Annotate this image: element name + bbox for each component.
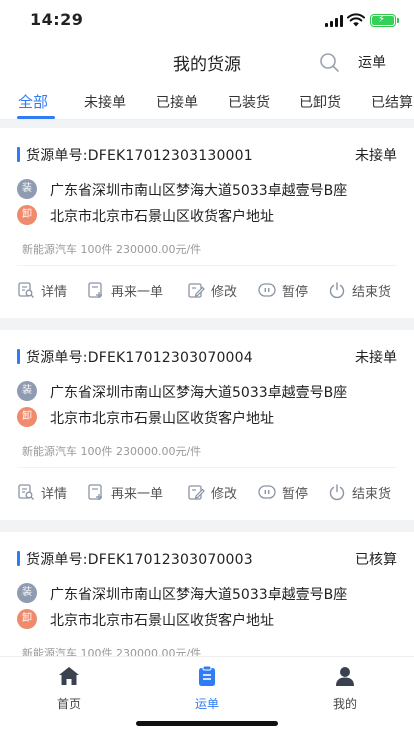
tab-all[interactable]: 全部 <box>18 91 48 112</box>
active-tab-indicator <box>17 116 55 119</box>
details-button[interactable]: 详情 <box>17 482 67 502</box>
load-badge: 装 <box>17 583 37 603</box>
order-status: 未接单 <box>355 350 397 366</box>
tabbar-home-label: 首页 <box>56 697 81 711</box>
order-actions: 详情 再来一单 修改 暂停 结束货 <box>0 278 414 302</box>
tabbar-waybill-label: 运单 <box>194 697 219 711</box>
reorder-label: 再来一单 <box>111 486 164 502</box>
finish-button[interactable]: 结束货 <box>328 280 391 300</box>
finish-label: 结束货 <box>352 486 392 502</box>
cargo-info: 新能源汽车 100件 230000.00元/件 <box>22 647 202 656</box>
divider <box>17 265 397 266</box>
unload-badge: 卸 <box>17 407 37 427</box>
edit-button[interactable]: 修改 <box>187 482 237 502</box>
load-address: 广东省深圳市南山区梦海大道5033卓越壹号B座 <box>50 587 348 603</box>
tabbar-waybill[interactable]: 运单 <box>167 665 247 712</box>
details-icon <box>18 282 34 298</box>
details-icon <box>18 484 34 500</box>
page-title: 我的货源 <box>173 55 241 75</box>
order-number: 货源单号:DFEK17012303070003 <box>26 552 253 568</box>
user-icon <box>336 667 354 686</box>
pause-label: 暂停 <box>282 486 309 502</box>
home-icon <box>59 667 79 685</box>
battery-icon: ⚡ <box>370 14 399 27</box>
order-number: 货源单号:DFEK17012303130001 <box>26 148 253 164</box>
order-list: 货源单号:DFEK17012303130001 未接单 装 广东省深圳市南山区梦… <box>0 128 414 656</box>
unload-address: 北京市北京市石景山区收货客户地址 <box>50 613 274 629</box>
reorder-icon <box>88 484 102 500</box>
edit-label: 修改 <box>211 284 238 300</box>
reorder-label: 再来一单 <box>111 284 164 300</box>
clipboard-icon <box>199 665 215 686</box>
nav-bar: 我的货源 运单 <box>0 44 414 80</box>
reorder-button[interactable]: 再来一单 <box>87 280 163 300</box>
power-icon <box>329 484 345 501</box>
details-button[interactable]: 详情 <box>17 280 67 300</box>
power-icon <box>329 282 345 299</box>
reorder-icon <box>88 282 102 298</box>
tab-accepted[interactable]: 已接单 <box>156 92 198 112</box>
load-address: 广东省深圳市南山区梦海大道5033卓越壹号B座 <box>50 183 348 199</box>
accent-bar <box>17 147 20 162</box>
finish-button[interactable]: 结束货 <box>328 482 391 502</box>
load-badge: 装 <box>17 381 37 401</box>
accent-bar <box>17 349 20 364</box>
pause-icon <box>258 283 276 297</box>
load-address-row: 装 广东省深圳市南山区梦海大道5033卓越壹号B座 <box>17 380 402 402</box>
unload-address: 北京市北京市石景山区收货客户地址 <box>50 209 274 225</box>
tab-loaded[interactable]: 已装货 <box>228 92 270 112</box>
accent-bar <box>17 551 20 566</box>
divider <box>17 467 397 468</box>
details-label: 详情 <box>41 486 68 502</box>
order-header: 货源单号:DFEK17012303070003 已核算 <box>17 549 397 569</box>
reorder-button[interactable]: 再来一单 <box>87 482 163 502</box>
tab-not-accepted[interactable]: 未接单 <box>84 92 126 112</box>
tab-unloaded[interactable]: 已卸货 <box>299 92 341 112</box>
search-icon[interactable] <box>318 51 340 73</box>
unload-badge: 卸 <box>17 205 37 225</box>
load-address: 广东省深圳市南山区梦海大道5033卓越壹号B座 <box>50 385 348 401</box>
unload-address-row: 卸 北京市北京市石景山区收货客户地址 <box>17 406 402 428</box>
waybill-button[interactable]: 运单 <box>358 52 386 72</box>
tabbar-home[interactable]: 首页 <box>29 665 109 712</box>
wifi-icon <box>347 13 365 27</box>
edit-icon <box>188 485 205 500</box>
signal-icon <box>325 15 343 27</box>
order-number: 货源单号:DFEK17012303070004 <box>26 350 253 366</box>
details-label: 详情 <box>41 284 68 300</box>
status-tabs: 全部 未接单 已接单 已装货 已卸货 已结算 <box>0 80 414 120</box>
load-address-row: 装 广东省深圳市南山区梦海大道5033卓越壹号B座 <box>17 582 402 604</box>
pause-label: 暂停 <box>282 284 309 300</box>
order-status: 已核算 <box>355 552 397 568</box>
unload-address-row: 卸 北京市北京市石景山区收货客户地址 <box>17 204 402 226</box>
order-header: 货源单号:DFEK17012303130001 未接单 <box>17 145 397 165</box>
order-status: 未接单 <box>355 148 397 164</box>
status-time: 14:29 <box>30 10 84 29</box>
order-card[interactable]: 货源单号:DFEK17012303070003 已核算 装 广东省深圳市南山区梦… <box>0 532 414 656</box>
pause-button[interactable]: 暂停 <box>258 482 308 502</box>
pause-icon <box>258 485 276 499</box>
edit-label: 修改 <box>211 486 238 502</box>
finish-label: 结束货 <box>352 284 392 300</box>
order-card[interactable]: 货源单号:DFEK17012303130001 未接单 装 广东省深圳市南山区梦… <box>0 128 414 318</box>
load-badge: 装 <box>17 179 37 199</box>
load-address-row: 装 广东省深圳市南山区梦海大道5033卓越壹号B座 <box>17 178 402 200</box>
order-header: 货源单号:DFEK17012303070004 未接单 <box>17 347 397 367</box>
unload-address-row: 卸 北京市北京市石景山区收货客户地址 <box>17 608 402 630</box>
cargo-info: 新能源汽车 100件 230000.00元/件 <box>22 445 202 458</box>
tabbar-mine[interactable]: 我的 <box>305 665 385 712</box>
tabbar-mine-label: 我的 <box>332 697 357 711</box>
edit-button[interactable]: 修改 <box>187 280 237 300</box>
home-indicator[interactable] <box>136 721 278 726</box>
order-card[interactable]: 货源单号:DFEK17012303070004 未接单 装 广东省深圳市南山区梦… <box>0 330 414 520</box>
unload-badge: 卸 <box>17 609 37 629</box>
tab-settled[interactable]: 已结算 <box>371 92 413 112</box>
status-bar: 14:29 ⚡ <box>0 0 414 44</box>
edit-icon <box>188 283 205 298</box>
unload-address: 北京市北京市石景山区收货客户地址 <box>50 411 274 427</box>
cargo-info: 新能源汽车 100件 230000.00元/件 <box>22 243 202 256</box>
order-actions: 详情 再来一单 修改 暂停 结束货 <box>0 480 414 504</box>
pause-button[interactable]: 暂停 <box>258 280 308 300</box>
